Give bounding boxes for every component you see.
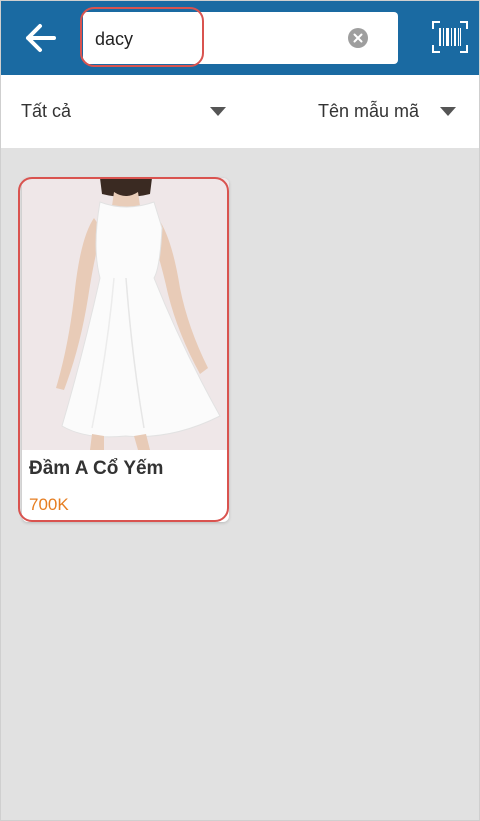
back-arrow-icon[interactable]	[18, 18, 62, 58]
category-filter-label: Tất cả	[21, 101, 72, 121]
sort-dropdown[interactable]: Tên mẫu mã	[318, 75, 456, 148]
product-highlight	[18, 177, 229, 522]
filter-bar: Tất cả Tên mẫu mã	[0, 75, 480, 148]
clear-search-button[interactable]	[348, 28, 368, 48]
category-filter-dropdown[interactable]: Tất cả	[21, 75, 226, 148]
clear-icon	[353, 33, 363, 43]
app-header	[0, 0, 480, 75]
caret-down-icon	[440, 107, 456, 116]
barcode-scan-icon[interactable]	[432, 21, 468, 53]
caret-down-icon	[210, 107, 226, 116]
search-highlight	[80, 7, 204, 67]
sort-label: Tên mẫu mã	[318, 101, 420, 121]
